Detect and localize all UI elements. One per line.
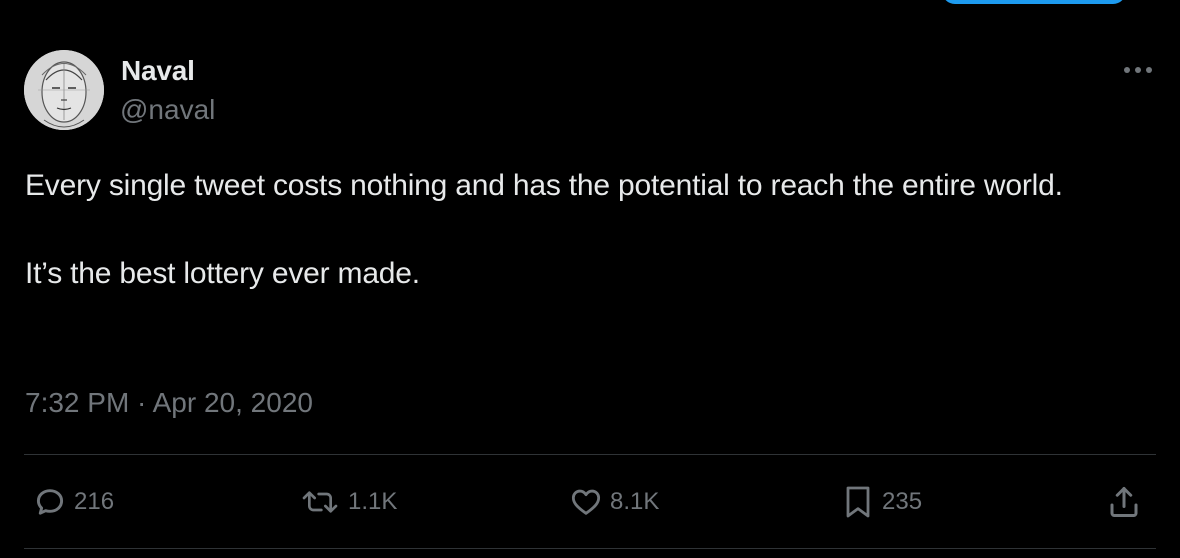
avatar[interactable]	[24, 50, 104, 130]
tweet-text-paragraph: Every single tweet costs nothing and has…	[25, 169, 1063, 202]
divider	[24, 454, 1156, 455]
reply-button[interactable]: 216	[34, 482, 114, 522]
author-handle[interactable]: @naval	[120, 94, 215, 126]
share-upload-icon	[1106, 484, 1142, 520]
retweet-button[interactable]: 1.1K	[300, 482, 397, 522]
bookmark-button[interactable]: 235	[842, 482, 922, 522]
retweet-count: 1.1K	[348, 488, 398, 515]
timestamp-separator: ·	[129, 387, 153, 418]
tweet-text: Every single tweet costs nothing and has…	[25, 164, 1165, 296]
more-options-button[interactable]	[1120, 60, 1156, 80]
more-horizontal-icon	[1124, 67, 1152, 73]
speech-bubble-icon	[34, 486, 66, 518]
follow-button-partial[interactable]	[942, 0, 1126, 4]
avatar-sketch-image	[24, 50, 104, 130]
reply-count: 216	[74, 488, 115, 515]
like-count: 8.1K	[610, 488, 660, 515]
heart-icon	[570, 486, 602, 518]
like-button[interactable]: 8.1K	[570, 482, 659, 522]
share-button[interactable]	[1106, 482, 1142, 522]
bookmark-count: 235	[882, 488, 923, 515]
retweet-arrows-icon	[300, 486, 340, 518]
timestamp-time-link[interactable]: 7:32 PM	[25, 387, 129, 418]
tweet-timestamp: 7:32 PM · Apr 20, 2020	[25, 386, 313, 420]
author-name[interactable]: Naval	[121, 55, 195, 87]
timestamp-date-link[interactable]: Apr 20, 2020	[153, 387, 313, 418]
divider	[24, 548, 1156, 549]
bookmark-icon	[842, 484, 874, 520]
tweet-text-paragraph: It’s the best lottery ever made.	[25, 257, 420, 290]
